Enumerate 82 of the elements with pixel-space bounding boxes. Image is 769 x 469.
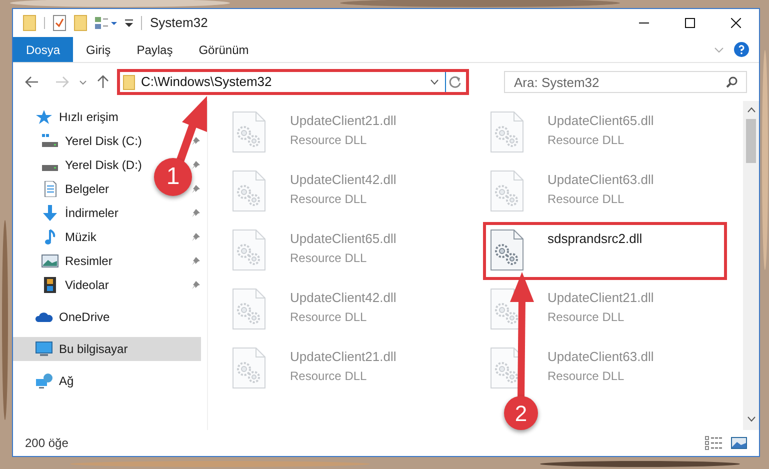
back-arrow-icon[interactable] bbox=[25, 76, 39, 88]
nav-item[interactable]: Videolar bbox=[13, 273, 113, 297]
film-icon bbox=[41, 277, 59, 293]
file-type: Resource DLL bbox=[290, 190, 368, 208]
file-name: UpdateClient21.dll bbox=[290, 348, 396, 366]
pin-icon[interactable] bbox=[191, 160, 201, 170]
scrollbar[interactable] bbox=[743, 101, 759, 430]
file-type: Resource DLL bbox=[548, 190, 626, 208]
item-count: 200 öğe bbox=[25, 435, 68, 452]
window-title: System32 bbox=[150, 14, 208, 32]
file-item[interactable]: sdsprandsrc2.dll bbox=[486, 225, 724, 277]
scroll-thumb[interactable] bbox=[746, 119, 756, 163]
minimize-icon bbox=[639, 22, 649, 24]
file-name: UpdateClient63.dll bbox=[548, 348, 654, 366]
file-gear-icon bbox=[232, 347, 266, 389]
scroll-up-icon[interactable] bbox=[746, 107, 756, 113]
file-type: Resource DLL bbox=[548, 368, 626, 384]
file-type: Resource DLL bbox=[548, 308, 626, 326]
drive-icon bbox=[41, 133, 59, 149]
address-bar[interactable]: C:\Windows\System32 bbox=[117, 69, 469, 95]
maximize-icon bbox=[685, 18, 695, 28]
file-name: UpdateClient65.dll bbox=[290, 230, 396, 248]
nav-item[interactable]: Belgeler bbox=[13, 177, 114, 201]
nav-item[interactable]: Bu bilgisayar bbox=[13, 337, 201, 361]
customize-menu-icon[interactable] bbox=[125, 18, 133, 28]
nav-item[interactable]: Yerel Disk (D:) bbox=[13, 153, 146, 177]
file-gear-icon bbox=[490, 229, 524, 271]
file-gear-icon bbox=[490, 170, 524, 212]
pin-icon[interactable] bbox=[191, 256, 201, 266]
up-arrow-icon[interactable] bbox=[97, 75, 109, 89]
file-type: Resource DLL bbox=[290, 250, 368, 266]
search-field[interactable]: Ara: System32 bbox=[504, 71, 747, 93]
pin-icon[interactable] bbox=[191, 232, 201, 242]
chevron-down-icon[interactable] bbox=[430, 79, 439, 85]
nav-item[interactable]: Müzik bbox=[13, 225, 100, 249]
chevron-down-icon[interactable] bbox=[79, 80, 87, 84]
picture-icon bbox=[41, 253, 59, 269]
pin-icon[interactable] bbox=[191, 208, 201, 218]
file-gear-icon bbox=[490, 111, 524, 153]
file-gear-icon bbox=[232, 288, 266, 330]
file-type: Resource DLL bbox=[548, 132, 626, 148]
nav-item[interactable]: Resimler bbox=[13, 249, 116, 273]
close-icon bbox=[731, 18, 741, 28]
network-icon bbox=[35, 373, 53, 389]
file-type: Resource DLL bbox=[290, 132, 368, 148]
folder-icon bbox=[123, 74, 135, 90]
star-icon bbox=[35, 109, 53, 125]
details-view-icon[interactable] bbox=[705, 436, 723, 450]
nav-item[interactable]: Yerel Disk (C:) bbox=[13, 129, 146, 153]
ribbon-tab[interactable]: Paylaş bbox=[124, 37, 186, 62]
nav-item[interactable]: Ağ bbox=[13, 369, 78, 393]
file-name: UpdateClient42.dll bbox=[290, 171, 396, 189]
download-icon bbox=[41, 205, 59, 221]
ribbon-tab[interactable]: Giriş bbox=[73, 37, 124, 62]
properties-dropdown-icon[interactable] bbox=[95, 16, 117, 30]
pin-icon[interactable] bbox=[191, 280, 201, 290]
scroll-down-icon[interactable] bbox=[746, 416, 756, 422]
nav-item[interactable]: İndirmeler bbox=[13, 201, 122, 225]
ribbon-tab[interactable]: Dosya bbox=[13, 37, 74, 62]
monitor-icon bbox=[35, 341, 53, 357]
nav-item[interactable]: Hızlı erişim bbox=[13, 105, 122, 129]
file-gear-icon bbox=[232, 170, 266, 212]
ribbon-tab[interactable]: Görünüm bbox=[186, 37, 262, 62]
file-gear-icon bbox=[232, 229, 266, 271]
large-icons-view-icon[interactable] bbox=[731, 436, 747, 450]
search-icon[interactable] bbox=[726, 76, 738, 88]
checklist-icon[interactable] bbox=[53, 15, 66, 31]
file-name: UpdateClient65.dll bbox=[548, 112, 654, 130]
file-name: UpdateClient42.dll bbox=[290, 289, 396, 307]
address-path: C:\Windows\System32 bbox=[141, 73, 272, 92]
pin-icon[interactable] bbox=[191, 136, 201, 146]
file-name: UpdateClient63.dll bbox=[548, 171, 654, 189]
drive-icon bbox=[41, 165, 59, 171]
pin-icon[interactable] bbox=[191, 184, 201, 194]
file-gear-icon bbox=[232, 111, 266, 153]
help-icon[interactable] bbox=[734, 42, 749, 57]
file-name: UpdateClient21.dll bbox=[290, 112, 396, 130]
file-type: Resource DLL bbox=[290, 368, 368, 384]
nav-item[interactable]: OneDrive bbox=[13, 305, 114, 329]
file-name: sdsprandsrc2.dll bbox=[548, 230, 642, 248]
file-type: Resource DLL bbox=[290, 308, 368, 326]
file-name: UpdateClient21.dll bbox=[548, 289, 654, 307]
